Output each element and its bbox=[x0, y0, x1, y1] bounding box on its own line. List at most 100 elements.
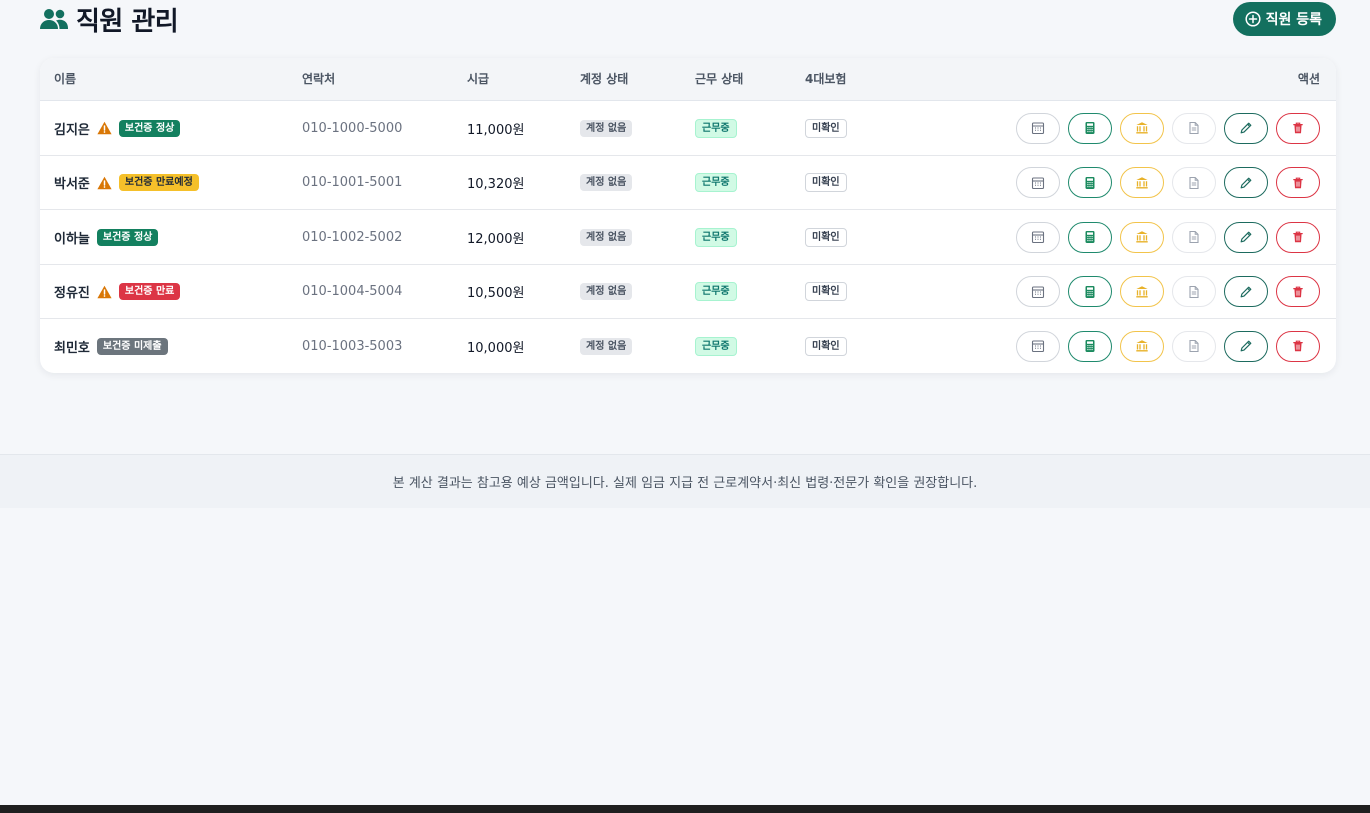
payroll-button[interactable] bbox=[1068, 330, 1112, 362]
work-status-badge: 근무중 bbox=[695, 118, 737, 138]
trash-icon bbox=[1291, 285, 1305, 299]
table-body: 김지은 보건증 정상 010-1000-5000 11,000원 계정 없음 근무중 미확인… bbox=[40, 101, 1336, 373]
account-cell: 계정 없음 bbox=[580, 265, 633, 319]
health-cert-badge: 보건증 정상 bbox=[96, 228, 159, 246]
contract-button[interactable] bbox=[1172, 167, 1216, 198]
phone-cell: 010-1004-5004 bbox=[302, 284, 403, 299]
col-insurance: 4대보험 bbox=[805, 72, 847, 86]
employee-name[interactable]: 최민호 bbox=[54, 337, 90, 356]
document-icon bbox=[1187, 121, 1201, 135]
insurance-button[interactable] bbox=[1120, 112, 1164, 144]
table-row: 이하늘 보건증 정상 010-1002-5002 12,000원 계정 없음 근무중 미확인 bbox=[40, 210, 1336, 265]
document-icon bbox=[1187, 285, 1201, 299]
page-title: 직원 관리 bbox=[76, 6, 179, 37]
bank-icon bbox=[1135, 230, 1149, 244]
actions-cell bbox=[1016, 265, 1320, 319]
name-cell: 최민호 보건증 미제출 bbox=[54, 319, 168, 373]
account-cell: 계정 없음 bbox=[580, 101, 633, 155]
wage-cell: 11,000원 bbox=[467, 122, 525, 138]
calculator-icon bbox=[1083, 339, 1097, 353]
payroll-button[interactable] bbox=[1068, 221, 1112, 253]
insurance-cell: 미확인 bbox=[805, 210, 847, 264]
page-header: 직원 관리 직원 등록 bbox=[40, 0, 1336, 38]
table-row: 최민호 보건증 미제출 010-1003-5003 10,000원 계정 없음 근무중 미확… bbox=[40, 319, 1336, 373]
employee-name[interactable]: 김지은 bbox=[54, 119, 90, 138]
bank-icon bbox=[1135, 285, 1149, 299]
delete-button[interactable] bbox=[1276, 276, 1320, 307]
col-account: 계정 상태 bbox=[580, 72, 629, 86]
col-work: 근무 상태 bbox=[695, 72, 744, 86]
schedule-button[interactable] bbox=[1016, 167, 1060, 198]
delete-button[interactable] bbox=[1276, 112, 1320, 144]
add-employee-label: 직원 등록 bbox=[1265, 12, 1322, 28]
health-cert-badge: 보건증 미제출 bbox=[96, 337, 168, 355]
warning-icon bbox=[97, 285, 112, 299]
account-cell: 계정 없음 bbox=[580, 319, 633, 373]
employee-name[interactable]: 박서준 bbox=[54, 173, 90, 192]
delete-button[interactable] bbox=[1276, 221, 1320, 253]
table-row: 김지은 보건증 정상 010-1000-5000 11,000원 계정 없음 근무중 미확인 bbox=[40, 101, 1336, 156]
calendar-icon bbox=[1031, 121, 1045, 135]
add-employee-button[interactable]: 직원 등록 bbox=[1232, 2, 1336, 36]
schedule-button[interactable] bbox=[1016, 330, 1060, 362]
insurance-button[interactable] bbox=[1120, 221, 1164, 253]
calendar-icon bbox=[1031, 339, 1045, 353]
edit-button[interactable] bbox=[1224, 221, 1268, 253]
calendar-icon bbox=[1031, 176, 1045, 190]
schedule-button[interactable] bbox=[1016, 221, 1060, 253]
schedule-button[interactable] bbox=[1016, 276, 1060, 307]
work-cell: 근무중 bbox=[695, 319, 737, 373]
work-status-badge: 근무중 bbox=[695, 282, 737, 301]
account-status-badge: 계정 없음 bbox=[580, 119, 633, 137]
actions-cell bbox=[1016, 319, 1320, 373]
insurance-status-badge: 미확인 bbox=[805, 173, 847, 192]
title-wrap: 직원 관리 bbox=[40, 1, 179, 38]
footer-notice-text: 본 계산 결과는 참고용 예상 금액입니다. 실제 임금 지급 전 근로계약서·… bbox=[392, 476, 978, 491]
contract-button[interactable] bbox=[1172, 112, 1216, 144]
bank-icon bbox=[1135, 121, 1149, 135]
phone-cell: 010-1003-5003 bbox=[302, 338, 403, 354]
calculator-icon bbox=[1083, 176, 1097, 190]
work-status-badge: 근무중 bbox=[695, 336, 737, 356]
phone-cell: 010-1002-5002 bbox=[302, 229, 403, 245]
account-status-badge: 계정 없음 bbox=[580, 283, 633, 300]
schedule-button[interactable] bbox=[1016, 112, 1060, 144]
contract-button[interactable] bbox=[1172, 221, 1216, 253]
delete-button[interactable] bbox=[1276, 330, 1320, 362]
col-actions: 액션 bbox=[1297, 72, 1320, 86]
warning-icon bbox=[97, 176, 112, 190]
insurance-button[interactable] bbox=[1120, 276, 1164, 307]
payroll-button[interactable] bbox=[1068, 112, 1112, 144]
employee-name[interactable]: 정유진 bbox=[54, 282, 90, 301]
delete-button[interactable] bbox=[1276, 167, 1320, 198]
edit-button[interactable] bbox=[1224, 167, 1268, 198]
payroll-button[interactable] bbox=[1068, 167, 1112, 198]
insurance-cell: 미확인 bbox=[805, 156, 847, 210]
insurance-status-badge: 미확인 bbox=[805, 336, 847, 356]
plus-circle-icon bbox=[1245, 11, 1261, 27]
employee-name[interactable]: 이하늘 bbox=[54, 228, 90, 247]
account-status-badge: 계정 없음 bbox=[580, 337, 633, 355]
table-row: 박서준 보건증 만료예정 010-1001-5001 10,320원 계정 없음 근무중 미… bbox=[40, 156, 1336, 210]
phone-cell: 010-1001-5001 bbox=[302, 175, 403, 190]
calculator-icon bbox=[1083, 121, 1097, 135]
edit-button[interactable] bbox=[1224, 276, 1268, 307]
account-status-badge: 계정 없음 bbox=[580, 174, 633, 191]
work-status-badge: 근무중 bbox=[695, 173, 737, 192]
edit-button[interactable] bbox=[1224, 330, 1268, 362]
insurance-button[interactable] bbox=[1120, 330, 1164, 362]
payroll-button[interactable] bbox=[1068, 276, 1112, 307]
users-icon bbox=[40, 7, 68, 31]
insurance-cell: 미확인 bbox=[805, 319, 847, 373]
insurance-button[interactable] bbox=[1120, 167, 1164, 198]
wage-cell: 10,320원 bbox=[467, 177, 525, 192]
edit-button[interactable] bbox=[1224, 112, 1268, 144]
contract-button[interactable] bbox=[1172, 276, 1216, 307]
account-cell: 계정 없음 bbox=[580, 156, 633, 210]
calendar-icon bbox=[1031, 285, 1045, 299]
work-cell: 근무중 bbox=[695, 101, 737, 155]
contract-button[interactable] bbox=[1172, 330, 1216, 362]
table-header: 이름 연락처 시급 계정 상태 근무 상태 4대보험 액션 bbox=[40, 58, 1336, 101]
trash-icon bbox=[1291, 339, 1305, 353]
name-cell: 박서준 보건증 만료예정 bbox=[54, 156, 199, 210]
